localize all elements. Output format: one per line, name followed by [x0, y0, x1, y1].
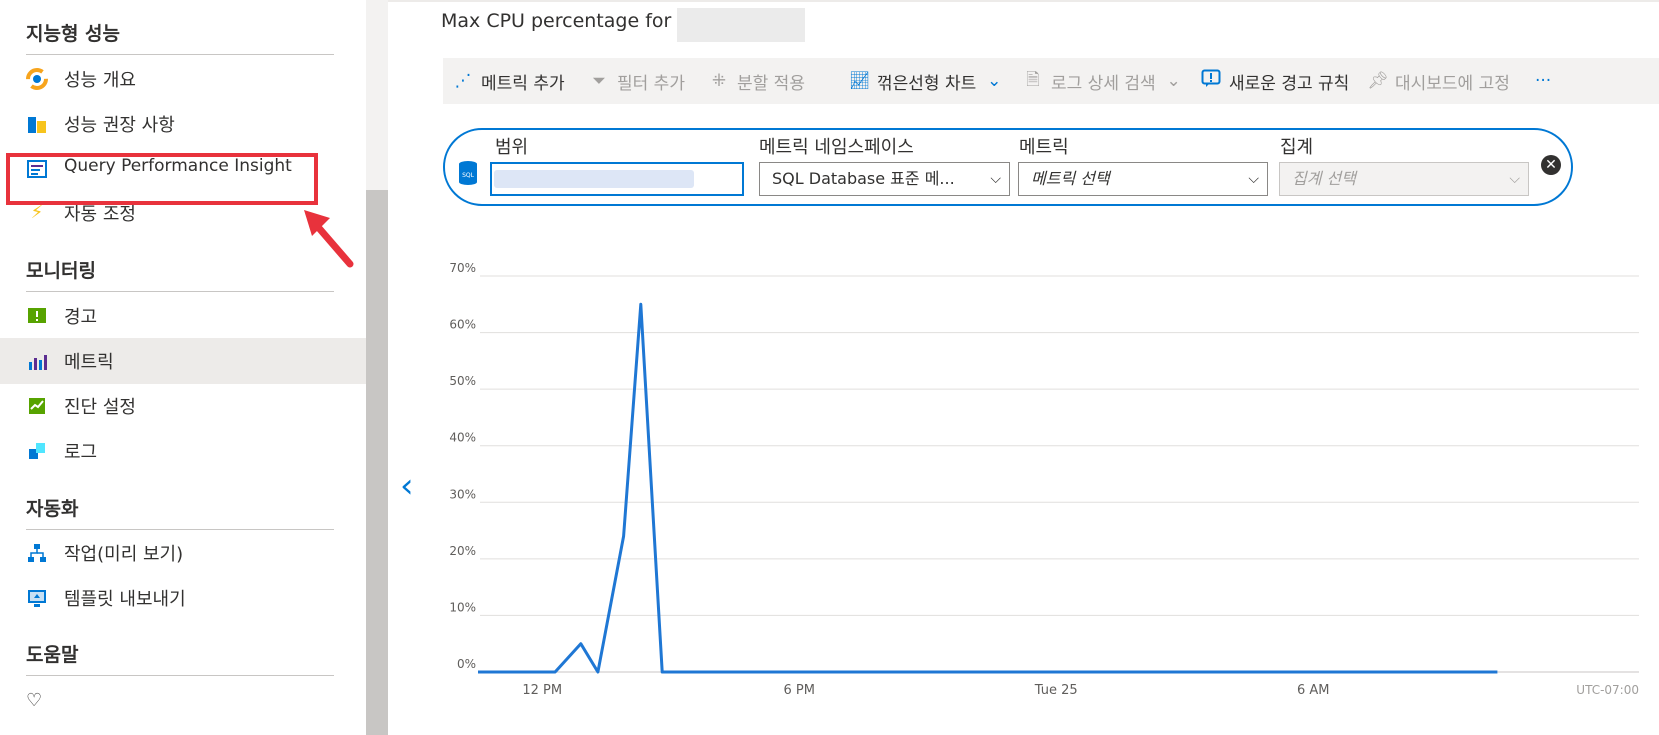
y-tick-label: 0%	[457, 657, 476, 671]
sidebar-item-diagnostic-settings[interactable]: 진단 설정	[0, 383, 366, 429]
add-metric-icon: ⋰	[454, 71, 472, 91]
y-tick-label: 70%	[449, 261, 476, 275]
apply-split-label: 분할 적용	[737, 73, 805, 94]
metrics-toolbar: ⋰ 메트릭 추가 ⏷ 필터 추가 ⁜ 분할 적용 📈︎ 꺾은선형 차트 ⌄ 🗎︎…	[443, 58, 1659, 104]
sidebar-scrollbar-thumb[interactable]	[366, 190, 388, 735]
y-tick-label: 20%	[449, 544, 476, 558]
split-icon: ⁜	[711, 71, 727, 91]
sidebar-item-label: 성능 권장 사항	[64, 115, 175, 136]
metrics-icon	[26, 350, 48, 372]
heart-icon: ♡	[26, 690, 43, 711]
document-search-icon: 🗎︎	[1026, 69, 1040, 90]
more-options-button[interactable]: ···	[1535, 68, 1551, 94]
close-icon[interactable]: ✕	[1541, 155, 1561, 175]
chart-title: Max CPU percentage for	[441, 10, 672, 32]
x-tick-label: 6 PM	[784, 683, 815, 698]
sidebar-item-label: 작업(미리 보기)	[64, 544, 184, 565]
section-divider	[26, 291, 334, 292]
chevron-down-icon: ⌵	[1248, 171, 1259, 187]
sidebar-item-metrics[interactable]: 메트릭	[0, 338, 366, 384]
sidebar-item-label: 경고	[64, 307, 98, 328]
aggregation-dropdown[interactable]: 집계 선택 ⌵	[1279, 162, 1529, 196]
y-tick-label: 30%	[449, 487, 476, 501]
line-chart-button[interactable]: 📈︎ 꺾은선형 차트 ⌄	[849, 68, 1004, 94]
cpu-series-line	[478, 302, 1498, 674]
pin-icon: 📌︎	[1367, 71, 1389, 91]
x-tick-label: 6 AM	[1297, 683, 1330, 698]
add-metric-label: 메트릭 추가	[481, 73, 565, 94]
sidebar-item-label: 템플릿 내보내기	[64, 589, 186, 610]
chevron-down-icon: ⌄	[987, 71, 1002, 91]
redacted-scope-value	[494, 170, 694, 188]
log-search-label: 로그 상세 검색	[1051, 73, 1156, 94]
add-filter-button[interactable]: ⏷ 필터 추가	[589, 68, 685, 94]
chevron-down-icon: ⌵	[1509, 171, 1520, 187]
namespace-value: SQL Database 표준 메...	[772, 169, 955, 188]
sidebar-item-tasks-preview[interactable]: 작업(미리 보기)	[0, 530, 366, 576]
recommendations-icon	[26, 113, 48, 135]
redacted-resource-name	[677, 8, 805, 42]
lightning-icon: ⚡	[30, 202, 44, 223]
section-title-automation: 자동화	[26, 498, 79, 520]
y-tick-label: 60%	[449, 318, 476, 332]
cpu-line-chart: 0% 10% 20% 30% 40% 50% 60% 70% 12 PM 6 PM Tue 25 6 …	[449, 261, 1639, 698]
line-chart-icon: 📈︎	[849, 71, 871, 91]
sidebar-item-label: 성능 개요	[64, 70, 136, 91]
sidebar: 지능형 성능 성능 개요 성능 권장 사항 Query Performance …	[0, 0, 366, 735]
top-border	[388, 0, 1659, 2]
sidebar-item-label: 진단 설정	[64, 397, 136, 418]
logs-icon	[26, 440, 48, 462]
export-template-icon	[26, 587, 48, 609]
timezone-label: UTC-07:00	[1576, 683, 1639, 697]
metric-label: 메트릭	[1019, 137, 1069, 158]
diagnostic-icon	[26, 395, 48, 417]
x-tick-label: 12 PM	[522, 683, 562, 698]
sql-database-icon: SQL	[459, 161, 477, 185]
sidebar-item-label: 메트릭	[64, 352, 114, 373]
aggregation-placeholder: 집계 선택	[1292, 169, 1356, 188]
y-tick-label: 10%	[449, 600, 476, 614]
y-tick-label: 40%	[449, 431, 476, 445]
add-metric-button[interactable]: ⋰ 메트릭 추가	[453, 68, 565, 94]
aggregation-label: 집계	[1280, 137, 1314, 158]
alert-icon	[26, 305, 48, 327]
performance-overview-icon	[26, 68, 48, 90]
chevron-down-icon: ⌄	[1166, 71, 1181, 91]
section-title-help: 도움말	[26, 644, 79, 666]
section-title-intelligent-performance: 지능형 성능	[26, 23, 121, 45]
log-search-button[interactable]: 🗎︎ 로그 상세 검색 ⌄	[1023, 68, 1184, 94]
y-tick-label: 50%	[449, 374, 476, 388]
namespace-label: 메트릭 네임스페이스	[759, 137, 914, 158]
namespace-dropdown[interactable]: SQL Database 표준 메... ⌵	[759, 162, 1010, 196]
scope-label: 범위	[495, 137, 529, 158]
sidebar-item-recommendations[interactable]: 성능 권장 사항	[0, 101, 366, 147]
new-alert-rule-button[interactable]: 새로운 경고 규칙	[1201, 68, 1349, 94]
chevron-down-icon: ⌵	[990, 171, 1001, 187]
metric-placeholder: 메트릭 선택	[1031, 169, 1110, 188]
new-alert-rule-label: 새로운 경고 규칙	[1229, 73, 1350, 94]
red-arrow-annotation-icon	[304, 210, 354, 268]
pin-dashboard-button[interactable]: 📌︎ 대시보드에 고정	[1367, 68, 1510, 94]
section-divider	[26, 675, 334, 676]
tasks-icon	[26, 542, 48, 564]
highlight-annotation-box	[6, 153, 318, 205]
sidebar-item-label: 로그	[64, 442, 98, 463]
filter-icon: ⏷	[592, 71, 606, 91]
metric-dropdown[interactable]: 메트릭 선택 ⌵	[1018, 162, 1268, 196]
sidebar-item-performance-overview[interactable]: 성능 개요	[0, 56, 366, 102]
alert-rule-icon	[1201, 69, 1221, 94]
apply-split-button[interactable]: ⁜ 분할 적용	[709, 68, 805, 94]
add-filter-label: 필터 추가	[617, 73, 685, 94]
section-title-monitoring: 모니터링	[26, 260, 96, 282]
sidebar-item-alerts[interactable]: 경고	[0, 293, 366, 339]
sidebar-item-export-template[interactable]: 템플릿 내보내기	[0, 575, 366, 621]
sidebar-item-logs[interactable]: 로그	[0, 428, 366, 474]
pin-dashboard-label: 대시보드에 고정	[1395, 73, 1510, 94]
line-chart-label: 꺾은선형 차트	[877, 73, 977, 94]
x-tick-label: Tue 25	[1034, 683, 1078, 698]
sql-badge-label: SQL	[462, 172, 475, 179]
section-divider	[26, 54, 334, 55]
